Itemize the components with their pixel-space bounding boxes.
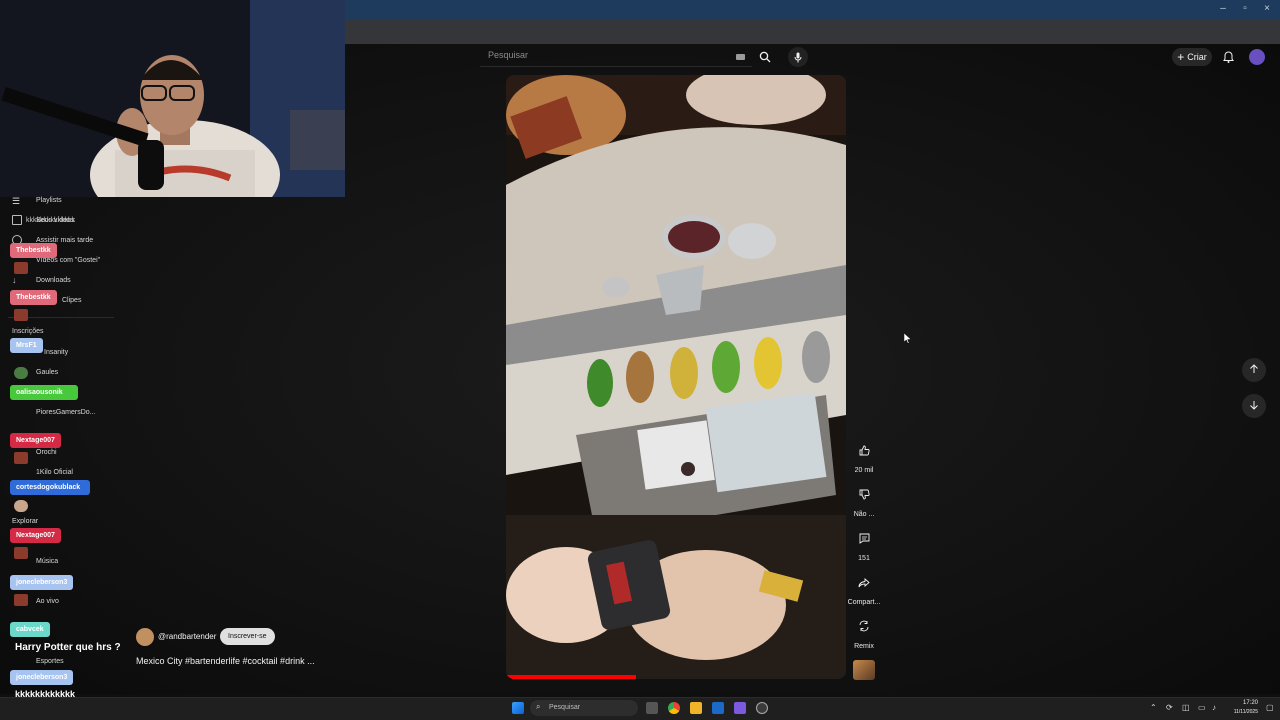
- remix-label: Remix: [854, 643, 874, 650]
- create-label: Criar: [1187, 52, 1207, 62]
- subscription-orochi[interactable]: Orochi: [36, 449, 57, 456]
- chat-message-text: Harry Potter que hrs ?: [15, 642, 121, 653]
- comments-button[interactable]: [852, 528, 876, 552]
- minimize-button[interactable]: –: [1216, 3, 1230, 14]
- task-view-icon[interactable]: [646, 702, 658, 714]
- subscription-insanity[interactable]: Insanity: [44, 349, 68, 356]
- chat-username-badge: cabvcek: [10, 622, 50, 637]
- comment-count: 151: [858, 555, 870, 562]
- arrow-up-icon: [1249, 361, 1259, 379]
- discord-icon[interactable]: [734, 702, 746, 714]
- chat-avatar: [14, 500, 28, 512]
- explore-heading: Explorar: [12, 518, 39, 525]
- chat-avatar: [14, 262, 28, 274]
- video-icon: [12, 215, 22, 225]
- clock-date[interactable]: 11/11/2025: [1224, 709, 1258, 715]
- clock-time[interactable]: 17:20: [1228, 700, 1258, 706]
- account-avatar[interactable]: [1249, 49, 1265, 65]
- short-title[interactable]: Mexico City #bartenderlife #cocktail #dr…: [136, 656, 315, 666]
- share-button[interactable]: [852, 572, 876, 596]
- channel-handle[interactable]: @randbartender: [158, 632, 216, 641]
- maximize-button[interactable]: ▫: [1238, 3, 1252, 14]
- os-taskbar: [0, 697, 1280, 720]
- thumbs-down-icon: [859, 487, 870, 505]
- chat-message-text: kkkkkkkkkkkkkk: [26, 217, 75, 224]
- microphone-icon[interactable]: [788, 47, 808, 67]
- dislike-button[interactable]: [852, 484, 876, 508]
- sidebar-item-playlists[interactable]: Playlists: [36, 197, 62, 204]
- tray-network-icon[interactable]: ◫: [1182, 703, 1190, 712]
- steam-icon[interactable]: [712, 702, 724, 714]
- obs-icon[interactable]: [756, 702, 768, 714]
- notification-center-icon[interactable]: ▢: [1266, 703, 1274, 712]
- share-icon: [858, 575, 870, 593]
- next-short-button[interactable]: [1242, 394, 1266, 418]
- close-window-button[interactable]: ×: [1260, 3, 1274, 14]
- search-box[interactable]: Pesquisar: [480, 47, 752, 67]
- streamer-webcam: [0, 0, 345, 197]
- sound-thumbnail[interactable]: [853, 660, 875, 680]
- previous-short-button[interactable]: [1242, 358, 1266, 382]
- chat-username-badge: Nextage007: [10, 433, 61, 448]
- mouse-cursor-icon: [903, 331, 912, 349]
- sidebar-item-downloads[interactable]: Downloads: [36, 277, 71, 284]
- arrow-down-icon: [1249, 397, 1259, 415]
- search-icon[interactable]: [757, 49, 773, 65]
- file-explorer-icon[interactable]: [690, 702, 702, 714]
- tray-volume-icon[interactable]: ♪: [1212, 703, 1216, 712]
- like-count: 20 mil: [854, 467, 874, 474]
- chat-avatar: [14, 309, 28, 321]
- sidebar-item-clips[interactable]: Clipes: [62, 297, 81, 304]
- notifications-bell-icon[interactable]: [1220, 49, 1236, 65]
- thumbs-up-icon: [859, 443, 870, 461]
- keyboard-icon[interactable]: [736, 54, 745, 60]
- subscription-pioresgamers[interactable]: PioresGamersDo...: [36, 409, 96, 416]
- sidebar-item-music[interactable]: Música: [36, 558, 58, 565]
- subscriptions-heading[interactable]: Inscrições: [12, 328, 44, 335]
- chat-avatar: [14, 594, 28, 606]
- chat-username-badge: Thebestkk: [10, 290, 57, 305]
- chat-username-badge: MrsF1: [10, 338, 43, 353]
- subscription-gaules[interactable]: Gaules: [36, 369, 58, 376]
- chat-username-badge: Thebestkk: [10, 243, 57, 258]
- comment-icon: [859, 531, 870, 549]
- search-input[interactable]: Pesquisar: [488, 50, 528, 60]
- share-label: Compart...: [847, 599, 881, 606]
- like-button[interactable]: [852, 440, 876, 464]
- taskbar-search-icon: ⌕: [536, 702, 541, 711]
- chat-username-badge: cortesdogokublack: [10, 480, 90, 495]
- create-button[interactable]: + Criar: [1172, 48, 1212, 66]
- subscription-1kilo[interactable]: 1Kilo Oficial: [36, 469, 73, 476]
- chat-username-badge: jonecleberson3: [10, 575, 74, 590]
- sidebar-item-liked-videos[interactable]: Vídeos com "Gostei": [36, 257, 100, 264]
- sidebar-item-live[interactable]: Ao vivo: [36, 598, 59, 605]
- channel-avatar[interactable]: [136, 628, 154, 646]
- chat-username-badge: jonecleberson3: [10, 670, 74, 685]
- taskbar-search[interactable]: ⌕ Pesquisar: [530, 700, 638, 716]
- dislike-label: Não ...: [853, 511, 875, 518]
- download-icon: ↓: [12, 275, 17, 285]
- chat-avatar: [14, 547, 28, 559]
- remix-icon: [858, 619, 870, 637]
- chat-username-badge: oalisaousonik: [10, 385, 78, 400]
- chat-username-badge: Nextage007: [10, 528, 61, 543]
- sidebar-item-sports[interactable]: Esportes: [36, 658, 64, 665]
- chat-avatar: [14, 452, 28, 464]
- tray-monitor-icon[interactable]: ▭: [1198, 703, 1206, 712]
- tray-chevron-icon[interactable]: ⌃: [1150, 703, 1157, 712]
- windows-start-icon[interactable]: [512, 702, 524, 714]
- chrome-icon[interactable]: [668, 702, 680, 714]
- plus-icon: +: [1177, 50, 1185, 64]
- short-video-player[interactable]: [506, 75, 846, 679]
- subscription-avatar: [14, 367, 28, 379]
- playlist-icon: ☰: [12, 196, 21, 206]
- tray-sync-icon[interactable]: ⟳: [1166, 703, 1173, 712]
- subscribe-button[interactable]: Inscrever-se: [220, 628, 275, 645]
- remix-button[interactable]: [852, 616, 876, 640]
- taskbar-search-input[interactable]: Pesquisar: [549, 704, 580, 711]
